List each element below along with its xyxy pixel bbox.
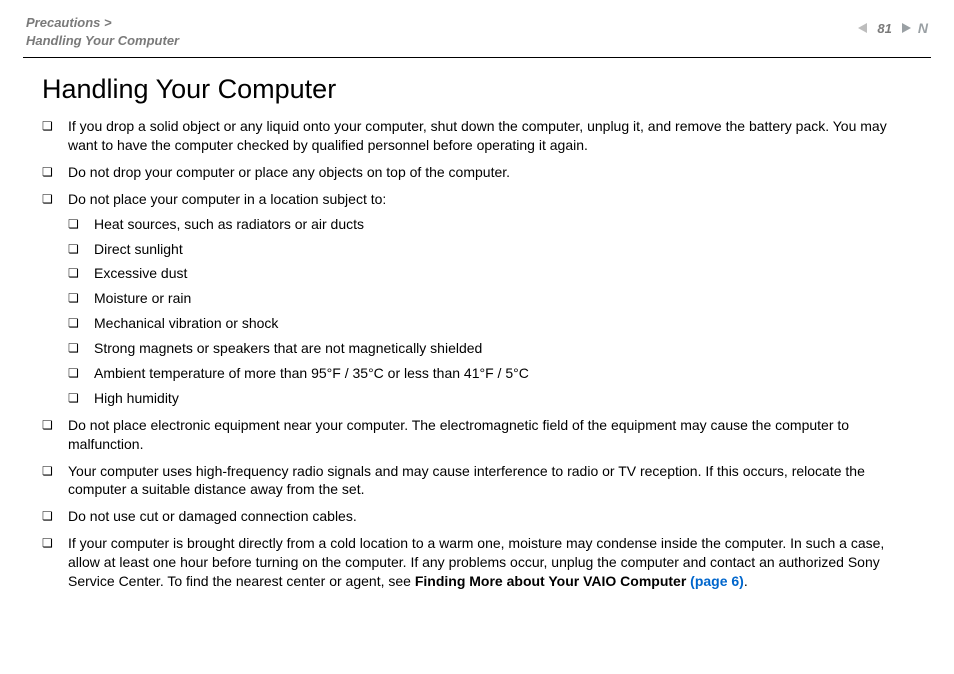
page-header: Precautions > Handling Your Computer 81 … <box>0 0 954 57</box>
list-item: Do not place your computer in a location… <box>42 190 918 408</box>
breadcrumb-current: Handling Your Computer <box>26 33 179 48</box>
breadcrumb-parent: Precautions > <box>26 15 112 30</box>
list-item: Excessive dust <box>68 264 918 283</box>
list-item: If your computer is brought directly fro… <box>42 534 918 591</box>
content-area: Handling Your Computer If you drop a sol… <box>0 74 954 591</box>
list-item: High humidity <box>68 389 918 408</box>
n-mark-icon: N <box>918 20 928 36</box>
page-title: Handling Your Computer <box>42 74 918 105</box>
page-number: 81 <box>877 21 891 36</box>
list-item: Heat sources, such as radiators or air d… <box>68 215 918 234</box>
next-page-icon[interactable] <box>898 20 914 36</box>
list-item: Direct sunlight <box>68 240 918 259</box>
prev-page-icon[interactable] <box>855 20 871 36</box>
bullet-list: If you drop a solid object or any liquid… <box>42 117 918 591</box>
list-item: Strong magnets or speakers that are not … <box>68 339 918 358</box>
list-item: Do not use cut or damaged connection cab… <box>42 507 918 526</box>
page-nav: 81 N <box>855 14 928 36</box>
list-item: Moisture or rain <box>68 289 918 308</box>
list-item: Do not place electronic equipment near y… <box>42 416 918 454</box>
sub-list: Heat sources, such as radiators or air d… <box>68 215 918 408</box>
list-item: Mechanical vibration or shock <box>68 314 918 333</box>
list-item: Ambient temperature of more than 95°F / … <box>68 364 918 383</box>
breadcrumb: Precautions > Handling Your Computer <box>26 14 179 49</box>
list-item: If you drop a solid object or any liquid… <box>42 117 918 155</box>
list-item: Your computer uses high-frequency radio … <box>42 462 918 500</box>
header-divider <box>23 57 931 58</box>
list-item: Do not drop your computer or place any o… <box>42 163 918 182</box>
page-link[interactable]: (page 6) <box>690 573 744 589</box>
bold-reference: Finding More about Your VAIO Computer <box>415 573 690 589</box>
